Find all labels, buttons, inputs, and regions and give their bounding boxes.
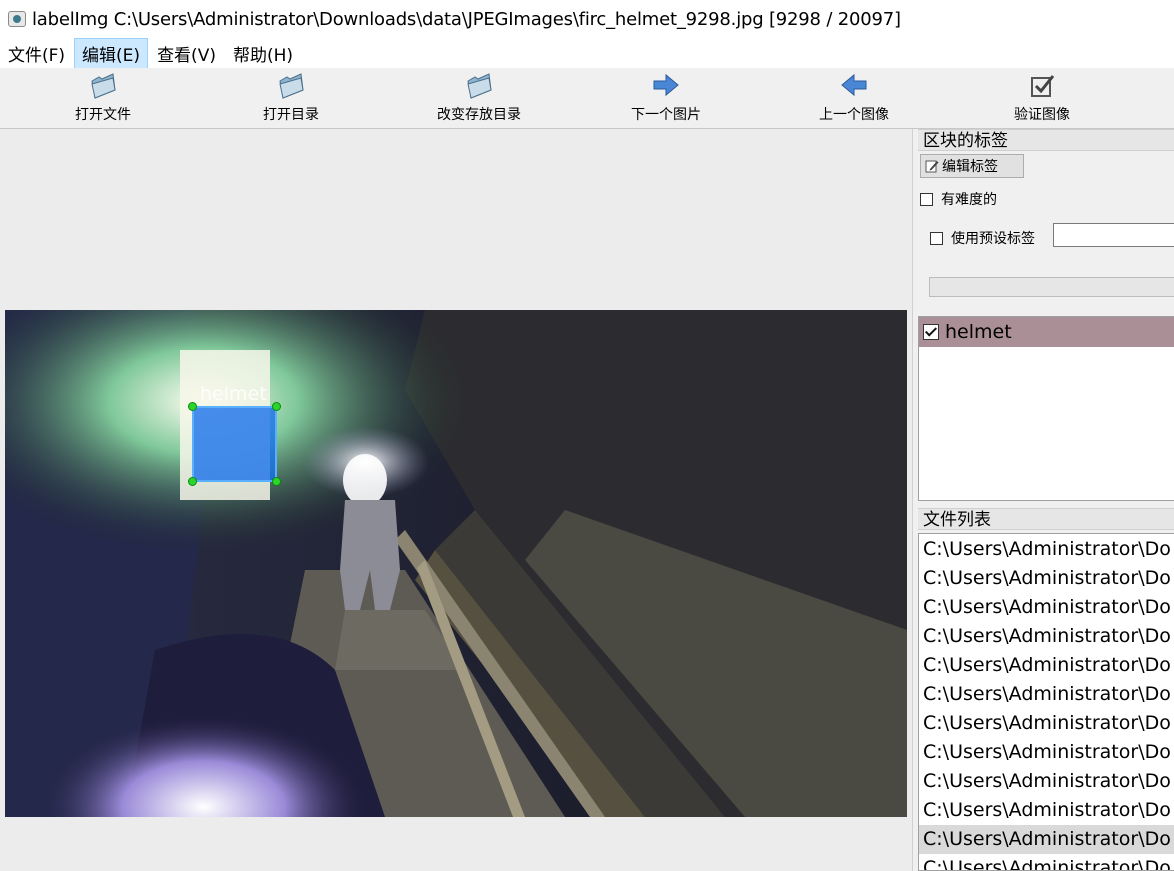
file-list-item[interactable]: C:\Users\Administrator\Do <box>919 796 1174 825</box>
use-default-label-text: 使用预设标签 <box>951 231 1035 247</box>
folder-icon <box>89 72 117 100</box>
open-dir-button[interactable]: 打开目录 <box>216 70 366 126</box>
difficult-checkbox[interactable] <box>920 192 933 206</box>
file-list-item[interactable]: C:\Users\Administrator\Do <box>919 622 1174 651</box>
resize-handle-bottom-right[interactable] <box>272 477 281 486</box>
difficult-checkbox-row[interactable]: 有难度的 <box>920 189 997 209</box>
verify-image-button[interactable]: 验证图像 <box>967 70 1117 126</box>
next-image-label: 下一个图片 <box>631 107 701 123</box>
difficult-label: 有难度的 <box>941 192 997 208</box>
file-list-item-selected[interactable]: C:\Users\Administrator\Do <box>919 825 1174 854</box>
label-visible-checkbox[interactable] <box>923 324 939 340</box>
arrow-right-icon <box>652 72 680 100</box>
label-list[interactable]: helmet <box>918 316 1174 501</box>
image-canvas[interactable]: helmet <box>0 129 912 871</box>
file-list-item[interactable]: C:\Users\Administrator\Do <box>919 593 1174 622</box>
file-list-item[interactable]: C:\Users\Administrator\Do <box>919 854 1174 870</box>
open-file-button[interactable]: 打开文件 <box>28 70 178 126</box>
folder-icon <box>465 72 493 100</box>
menu-bar: 文件(F) 编辑(E) 查看(V) 帮助(H) <box>0 37 1174 69</box>
file-list-item[interactable]: C:\Users\Administrator\Do <box>919 564 1174 593</box>
resize-handle-top-right[interactable] <box>272 402 281 411</box>
file-list-item[interactable]: C:\Users\Administrator\Do <box>919 680 1174 709</box>
bounding-box-helmet[interactable] <box>188 402 281 486</box>
mine-tunnel-image <box>5 310 907 817</box>
label-panel-title: 区块的标签 <box>918 129 1174 151</box>
menu-file[interactable]: 文件(F) <box>0 38 73 69</box>
file-list-item[interactable]: C:\Users\Administrator\Do <box>919 651 1174 680</box>
prev-image-button[interactable]: 上一个图像 <box>779 70 929 126</box>
arrow-left-icon <box>840 72 868 100</box>
prev-image-label: 上一个图像 <box>819 107 889 123</box>
default-label-input[interactable] <box>1053 223 1174 247</box>
edit-label-button[interactable]: 编辑标签 <box>920 154 1024 178</box>
next-image-button[interactable]: 下一个图片 <box>591 70 741 126</box>
folder-icon <box>277 72 305 100</box>
change-save-dir-label: 改变存放目录 <box>437 107 521 123</box>
resize-handle-top-left[interactable] <box>188 402 197 411</box>
file-list-item[interactable]: C:\Users\Administrator\Do <box>919 535 1174 564</box>
label-item-name: helmet <box>945 321 1012 343</box>
file-list-item[interactable]: C:\Users\Administrator\Do <box>919 709 1174 738</box>
use-default-label-checkbox[interactable] <box>930 231 943 245</box>
edit-label-text: 编辑标签 <box>942 159 998 175</box>
file-list-item[interactable]: C:\Users\Administrator\Do <box>919 767 1174 796</box>
file-list[interactable]: C:\Users\Administrator\Do C:\Users\Admin… <box>918 533 1174 871</box>
app-icon <box>8 11 26 27</box>
change-save-dir-button[interactable]: 改变存放目录 <box>404 70 554 126</box>
menu-edit[interactable]: 编辑(E) <box>74 37 149 69</box>
bbox-label-text: helmet <box>200 383 267 405</box>
open-file-label: 打开文件 <box>75 107 131 123</box>
label-list-item[interactable]: helmet <box>919 317 1174 347</box>
file-panel-title: 文件列表 <box>918 508 1174 530</box>
open-dir-label: 打开目录 <box>263 107 319 123</box>
use-default-label-row[interactable]: 使用预设标签 <box>930 228 1035 248</box>
file-list-item[interactable]: C:\Users\Administrator\Do <box>919 738 1174 767</box>
toolbar: 打开文件 打开目录 改变存放目录 下一个图片 上一个图像 验证图像 <box>0 68 1174 129</box>
resize-handle-bottom-left[interactable] <box>188 477 197 486</box>
pencil-icon <box>925 159 939 173</box>
verify-image-label: 验证图像 <box>1014 107 1070 123</box>
menu-view[interactable]: 查看(V) <box>149 38 224 69</box>
loading-progress-bar <box>929 277 1174 297</box>
title-bar: labelImg C:\Users\Administrator\Download… <box>0 0 1174 38</box>
checkbox-icon <box>1028 72 1056 100</box>
menu-help[interactable]: 帮助(H) <box>225 38 301 69</box>
window-title: labelImg C:\Users\Administrator\Download… <box>32 8 901 30</box>
